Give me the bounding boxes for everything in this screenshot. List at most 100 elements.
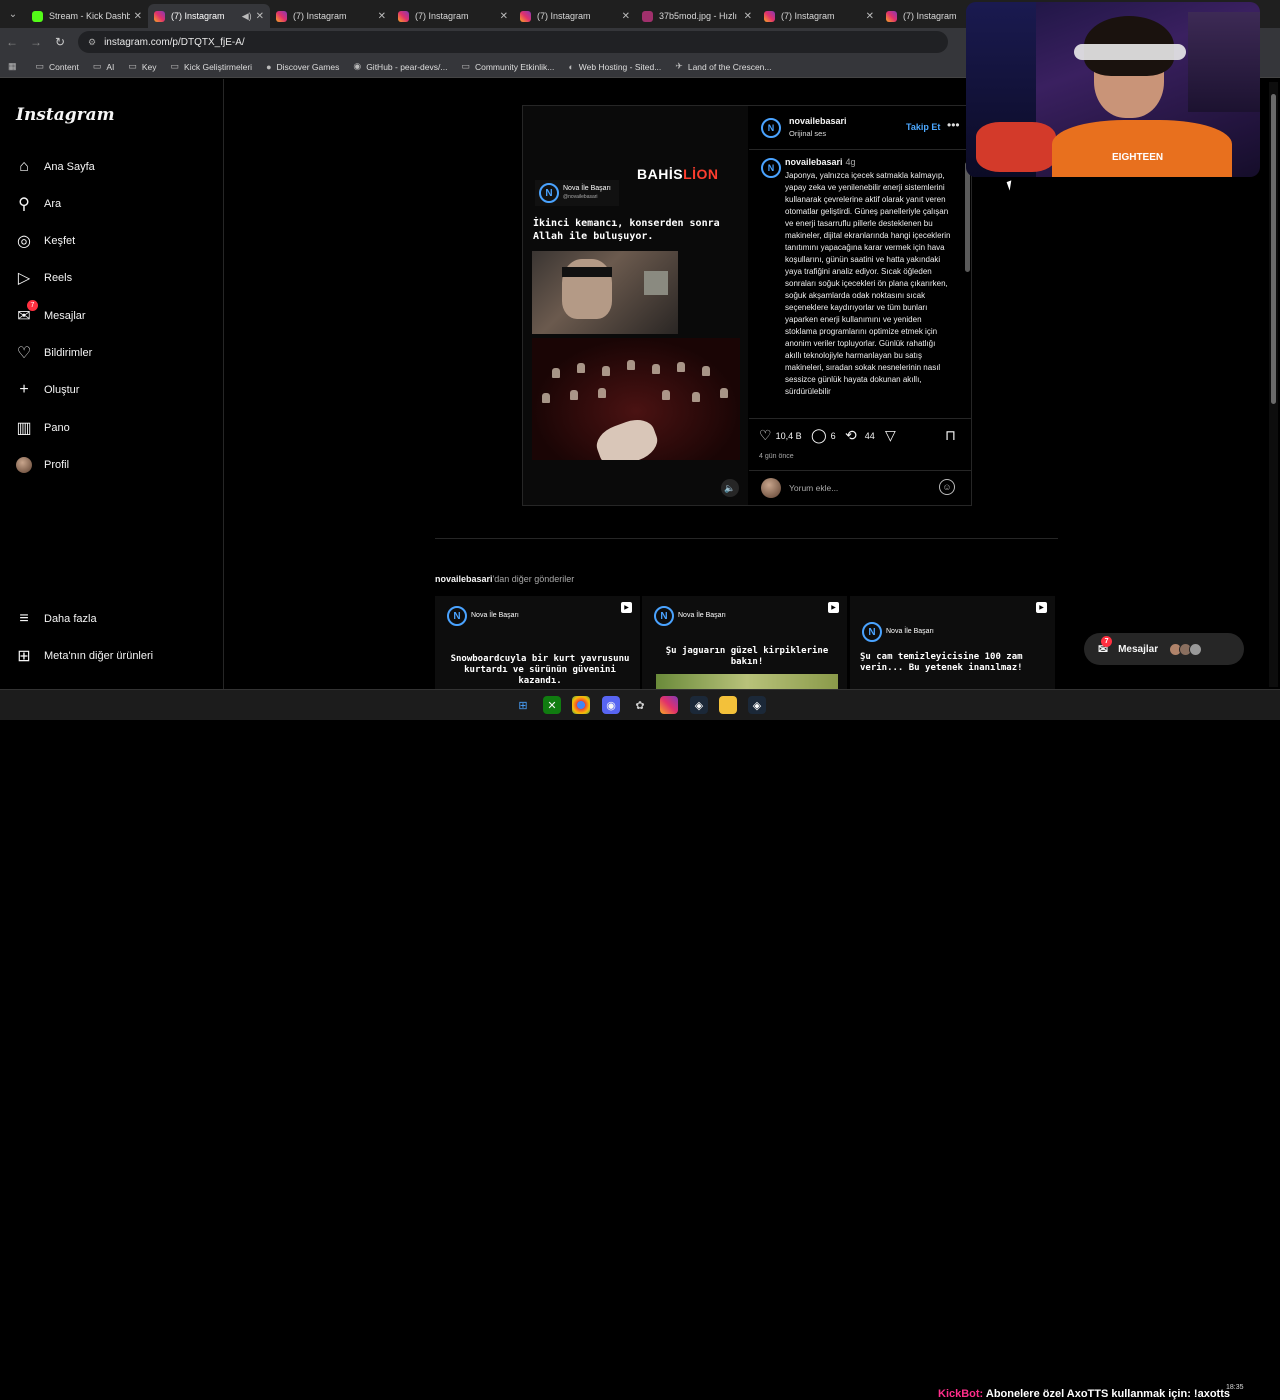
- bookmark-github[interactable]: ◉ GitHub - pear-devs/...: [353, 61, 447, 72]
- tab-title: 37b5mod.jpg - Hızlı: [659, 11, 738, 21]
- browser-tab[interactable]: (7) Instagram ✕: [392, 4, 514, 28]
- bookmark-crescent[interactable]: ✈ Land of the Crescen...: [675, 61, 771, 72]
- more-post-thumbnail[interactable]: N Nova İle Başarı ▶ Snowboardcuyla bir ku…: [435, 596, 640, 689]
- close-icon[interactable]: ✕: [378, 11, 386, 22]
- sidebar-item-home[interactable]: ⌂ Ana Sayfa: [14, 157, 95, 177]
- sidebar-item-more[interactable]: ≡ Daha fazla: [14, 609, 96, 629]
- page-scrollbar[interactable]: [1269, 82, 1278, 687]
- url-field[interactable]: ⚙ instagram.com/p/DTQTX_fjE-A/: [78, 31, 948, 53]
- sidebar-item-search[interactable]: ⚲ Ara: [14, 194, 61, 214]
- bookmark-discover-games[interactable]: ● Discover Games: [266, 62, 339, 72]
- sidebar-item-notifications[interactable]: ♡ Bildirimler: [14, 343, 92, 363]
- tab-search-chevron-icon[interactable]: ⌄: [0, 0, 26, 28]
- repost-button[interactable]: ⟲ 44: [845, 427, 875, 444]
- more-options-icon[interactable]: •••: [947, 118, 960, 132]
- like-button[interactable]: ♡ 10,4 B: [759, 427, 802, 444]
- tab-title: (7) Instagram: [537, 11, 591, 21]
- steam-icon[interactable]: ◈: [748, 696, 766, 714]
- save-button[interactable]: ⊓: [945, 427, 960, 444]
- send-icon: ▽: [885, 427, 896, 443]
- share-button[interactable]: ▽: [885, 427, 900, 444]
- close-icon[interactable]: ✕: [622, 11, 630, 22]
- steam-icon[interactable]: ◈: [690, 696, 708, 714]
- reel-icon: ▶: [828, 602, 839, 613]
- caption-author[interactable]: novailebasari 4g: [785, 157, 856, 167]
- file-explorer-icon[interactable]: [719, 696, 737, 714]
- close-icon[interactable]: ✕: [866, 11, 874, 22]
- follow-button[interactable]: Takip Et: [906, 122, 940, 132]
- sidebar-item-profile[interactable]: Profil: [14, 455, 69, 475]
- kick-icon: [32, 10, 43, 22]
- author-username[interactable]: novailebasari: [789, 116, 847, 126]
- forward-icon[interactable]: →: [24, 35, 48, 49]
- sidebar-item-dashboard[interactable]: ▥ Pano: [14, 418, 69, 438]
- reload-icon[interactable]: ↻: [48, 35, 72, 49]
- windows-start-icon[interactable]: ⊞: [514, 696, 532, 714]
- close-icon[interactable]: ✕: [134, 11, 142, 22]
- url-text: instagram.com/p/DTQTX_fjE-A/: [104, 36, 245, 48]
- messages-pill[interactable]: ✉ 7 Mesajlar: [1084, 633, 1244, 665]
- globe-icon: ◐: [568, 61, 574, 72]
- emoji-icon[interactable]: ☺: [939, 479, 955, 495]
- apps-icon[interactable]: ▦: [8, 61, 22, 72]
- caption-scrollbar[interactable]: [965, 160, 970, 410]
- bird-icon: ✈: [675, 61, 683, 71]
- bookmark-community[interactable]: ▭ Community Etkinlik...: [461, 61, 554, 72]
- instagram-icon[interactable]: [660, 696, 678, 714]
- browser-tab[interactable]: 37b5mod.jpg - Hızlı ✕: [636, 4, 758, 28]
- sidebar-item-reels[interactable]: ▷ Reels: [14, 268, 72, 288]
- reel-video[interactable]: BAHİSLİON N Nova İle Başarı @novailebasar…: [523, 106, 748, 505]
- audio-label[interactable]: Orijinal ses: [789, 129, 826, 138]
- instagram-logo[interactable]: Instagram: [16, 105, 115, 125]
- tab-title: (7) Instagram: [171, 11, 225, 21]
- openai-icon[interactable]: ✿: [631, 696, 649, 714]
- browser-tab[interactable]: (7) Instagram ✕: [514, 4, 636, 28]
- discord-icon[interactable]: ◉: [602, 696, 620, 714]
- sidebar-item-meta[interactable]: ⊞ Meta'nın diğer ürünleri: [14, 646, 153, 666]
- tab-title: Stream - Kick Dashbo: [49, 11, 130, 21]
- home-icon: ⌂: [19, 158, 29, 175]
- video-clip-concert: [532, 338, 740, 460]
- bookmark-content[interactable]: ▭ Content: [36, 61, 79, 72]
- back-icon[interactable]: ←: [0, 35, 24, 49]
- volume-icon[interactable]: 🔈: [721, 479, 739, 497]
- bookmark-kick[interactable]: ▭ Kick Geliştirmeleri: [171, 61, 253, 72]
- author-avatar[interactable]: N: [761, 158, 781, 178]
- system-clock[interactable]: 18:35: [1226, 1383, 1244, 1392]
- instagram-icon: [276, 10, 287, 22]
- sidebar-item-create[interactable]: + Oluştur: [14, 380, 79, 400]
- instagram-icon: [886, 10, 897, 22]
- xbox-icon[interactable]: ✕: [543, 696, 561, 714]
- bookmark-web-hosting[interactable]: ◐ Web Hosting - Sited...: [568, 62, 661, 72]
- stream-chat-ticker: KickBot: Abonelere özel AxoTTS kullanmak…: [938, 1388, 1230, 1400]
- video-brand-badge: N Nova İle Başarı @novailebasari: [535, 180, 619, 206]
- more-post-thumbnail[interactable]: N Nova İle Başarı ▶ Şu cam temizleyicisin…: [850, 596, 1055, 689]
- video-clip-violinist: [532, 251, 678, 334]
- browser-tab[interactable]: (7) Instagram ✕: [758, 4, 880, 28]
- comment-input[interactable]: Yorum ekle...: [789, 483, 838, 493]
- avatar: [16, 457, 32, 473]
- folder-icon: ▭: [92, 61, 102, 71]
- comment-button[interactable]: ◯ 6: [811, 427, 836, 444]
- bookmark-ai[interactable]: ▭ AI: [93, 61, 115, 72]
- sidebar-item-explore[interactable]: ◎ Keşfet: [14, 231, 75, 251]
- browser-tab[interactable]: (7) Instagram ✕: [270, 4, 392, 28]
- browser-tab[interactable]: Stream - Kick Dashbo ✕: [26, 4, 148, 28]
- chrome-icon[interactable]: [572, 696, 590, 714]
- site-info-icon[interactable]: ⚙: [88, 37, 96, 48]
- windows-taskbar: ⊞ ✕ ◉ ✿ ◈ ◈ KickBot: Abonelere özel AxoT…: [0, 689, 1280, 1400]
- close-icon[interactable]: ✕: [744, 11, 752, 22]
- mouse-cursor-icon: [1006, 180, 1015, 191]
- avatar-stack: [1169, 642, 1203, 656]
- speaker-icon[interactable]: ◀): [242, 11, 252, 22]
- author-avatar[interactable]: N: [761, 118, 781, 138]
- browser-tab-active[interactable]: (7) Instagram ◀) ✕: [148, 4, 270, 28]
- more-post-thumbnail[interactable]: N Nova İle Başarı ▶ Şu jaguarın güzel kir…: [642, 596, 847, 689]
- caption-panel: N novailebasari 4g Japonya, yalnızca içec…: [749, 152, 971, 416]
- close-icon[interactable]: ✕: [500, 11, 508, 22]
- section-divider: [435, 538, 1058, 539]
- close-icon[interactable]: ✕: [256, 11, 264, 22]
- more-posts-title: novailebasari'dan diğer gönderiler: [435, 574, 575, 584]
- sidebar-item-messages[interactable]: ✉ 7 Mesajlar: [14, 300, 86, 326]
- bookmark-key[interactable]: ▭ Key: [128, 61, 156, 72]
